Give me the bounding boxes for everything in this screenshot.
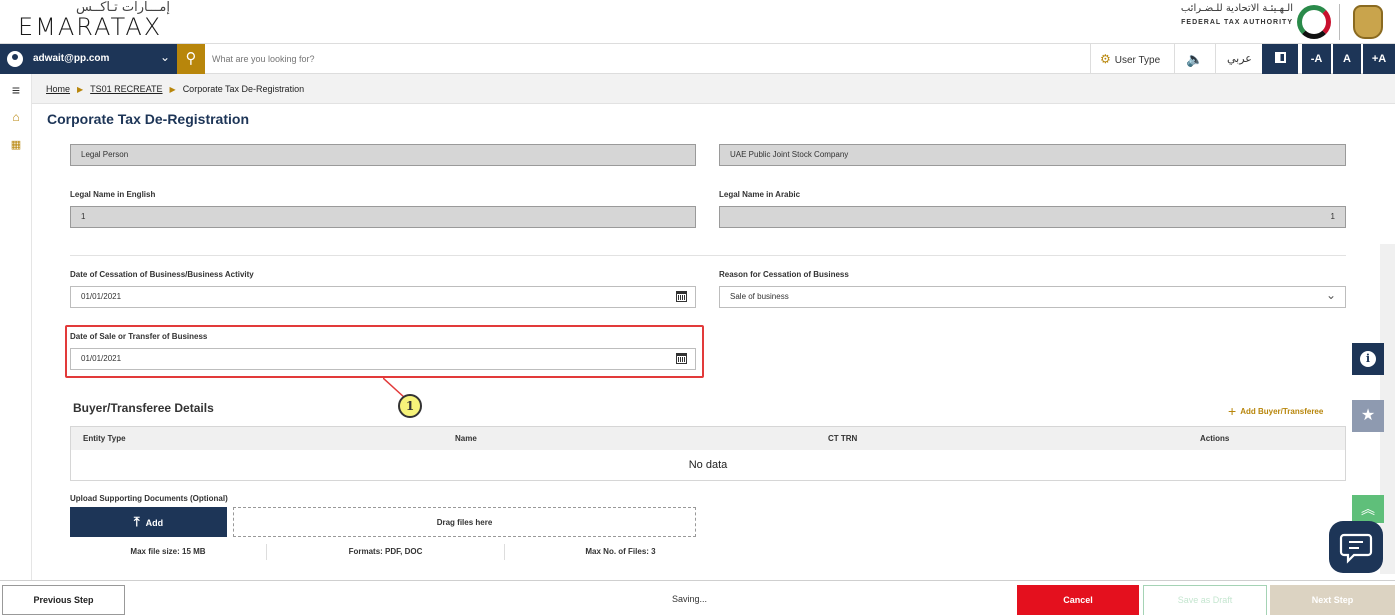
search-icon: ⚲ [185, 50, 197, 67]
upload-add-button[interactable]: ⤒ Add [70, 507, 227, 537]
header-divider [1339, 4, 1340, 40]
fta-logo-icon [1297, 5, 1331, 39]
toolbar-divider [1215, 44, 1216, 74]
apps-grid-icon[interactable]: ▦ [0, 138, 32, 151]
callout-badge: 1 [398, 394, 422, 418]
file-drop-zone[interactable]: Drag files here [233, 507, 696, 537]
fta-name-arabic: الـهـيئـة الاتحادية للـضـرائب [1180, 3, 1293, 14]
user-account-menu[interactable]: adwait@pp.com ⌄ [0, 44, 177, 74]
next-step-button[interactable]: Next Step [1270, 585, 1395, 615]
upload-add-label: Add [145, 518, 164, 528]
cessation-date-input[interactable]: 01/01/2021 [70, 286, 696, 308]
page-title: Corporate Tax De-Registration [47, 111, 249, 127]
breadcrumb-current: Corporate Tax De-Registration [182, 84, 305, 94]
font-increase-button[interactable]: +A [1363, 44, 1395, 74]
font-normal-button[interactable]: A [1333, 44, 1361, 74]
user-type-label: User Type [1114, 55, 1161, 66]
breadcrumb-arrow-icon: ▶ [77, 85, 84, 94]
cessation-reason-select[interactable]: Sale of business ⌄ [719, 286, 1346, 308]
column-header: Actions [1200, 434, 1230, 443]
save-draft-button[interactable]: Save as Draft [1143, 585, 1267, 615]
add-buyer-button[interactable]: + Add Buyer/Transferee [1228, 403, 1323, 419]
user-type-button[interactable]: ⚙ User Type [1100, 44, 1170, 74]
cessation-reason-value: Sale of business [730, 292, 789, 301]
chat-button[interactable] [1329, 521, 1383, 573]
chat-icon [1339, 533, 1373, 564]
previous-step-button[interactable]: Previous Step [2, 585, 125, 615]
cessation-date-label: Date of Cessation of Business/Business A… [70, 270, 254, 279]
cancel-button[interactable]: Cancel [1017, 585, 1139, 615]
home-icon[interactable]: ⌂ [0, 110, 32, 124]
top-toolbar: adwait@pp.com ⌄ ⚲ ⚙User Type 🔈 عربي -A A… [0, 44, 1395, 74]
info-button[interactable]: i [1352, 343, 1384, 375]
cessation-reason-label: Reason for Cessation of Business [719, 270, 849, 279]
user-email: adwait@pp.com [33, 53, 110, 64]
contrast-toggle[interactable] [1262, 44, 1298, 74]
breadcrumb-home[interactable]: Home [46, 84, 70, 94]
legal-name-en-label: Legal Name in English [70, 190, 156, 199]
legal-name-en-field: 1 [70, 206, 696, 228]
info-icon: i [1360, 351, 1376, 367]
toolbar-divider [1090, 44, 1091, 74]
double-chevron-up-icon: ︽ [1361, 501, 1375, 517]
breadcrumb-parent[interactable]: TS01 RECREATE [90, 84, 162, 94]
legal-name-ar-field: 1 [719, 206, 1346, 228]
chevron-down-icon: ⌄ [1325, 288, 1336, 302]
empty-state: No data [688, 459, 728, 471]
toolbar-divider [1174, 44, 1175, 74]
section-divider [70, 255, 1346, 256]
buyer-table: Entity Type Name CT TRN Actions No data [70, 426, 1346, 481]
add-buyer-label: Add Buyer/Transferee [1240, 407, 1324, 416]
footer-bar: Previous Step Saving... Cancel Save as D… [0, 580, 1395, 615]
entity-subtype-field: UAE Public Joint Stock Company [719, 144, 1346, 166]
language-toggle[interactable]: عربي [1227, 44, 1252, 74]
saving-status: Saving... [672, 594, 708, 604]
file-formats: Formats: PDF, DOC [348, 547, 423, 556]
uae-emblem-icon [1353, 5, 1383, 39]
cessation-date-value: 01/01/2021 [81, 292, 122, 301]
left-sidebar: ≡ ⌂ ▦ [0, 74, 32, 580]
search-input[interactable] [212, 48, 812, 70]
search-button[interactable]: ⚲ [177, 44, 205, 74]
scroll-top-button[interactable]: ︽ [1352, 495, 1384, 523]
contrast-icon [1274, 52, 1286, 63]
column-header: Name [455, 434, 477, 443]
calendar-icon[interactable] [676, 291, 687, 302]
plus-icon: + [1228, 403, 1237, 419]
column-header: Entity Type [83, 434, 126, 443]
table-header: Entity Type Name CT TRN Actions [71, 427, 1345, 450]
user-avatar-icon [7, 51, 23, 67]
buyer-section-title: Buyer/Transferee Details [73, 401, 214, 415]
emaratax-logo[interactable]: EMARATAX [18, 13, 162, 41]
fta-name-english: FEDERAL TAX AUTHORITY [1181, 19, 1293, 26]
chevron-down-icon: ⌄ [160, 50, 171, 64]
font-decrease-button[interactable]: -A [1302, 44, 1331, 74]
speaker-icon[interactable]: 🔈 [1186, 44, 1203, 74]
star-icon: ★ [1360, 407, 1376, 424]
highlight-box [65, 325, 704, 378]
column-header: CT TRN [828, 434, 858, 443]
legal-name-ar-label: Legal Name in Arabic [719, 190, 801, 199]
breadcrumb: Home ▶ TS01 RECREATE ▶ Corporate Tax De-Regi… [32, 74, 1395, 104]
upload-label: Upload Supporting Documents (Optional) [70, 494, 228, 503]
max-file-size: Max file size: 15 MB [130, 547, 206, 556]
hamburger-menu-icon[interactable]: ≡ [0, 82, 32, 98]
gear-icon: ⚙ [1100, 52, 1111, 66]
favorite-button[interactable]: ★ [1352, 400, 1384, 432]
upload-icon: ⤒ [133, 514, 140, 529]
entity-category-field: Legal Person [70, 144, 696, 166]
max-files: Max No. of Files: 3 [585, 547, 656, 556]
breadcrumb-arrow-icon: ▶ [169, 85, 176, 94]
brand-header: إمـــارات تـاكــس EMARATAX الـهـيئـة الا… [0, 0, 1395, 44]
